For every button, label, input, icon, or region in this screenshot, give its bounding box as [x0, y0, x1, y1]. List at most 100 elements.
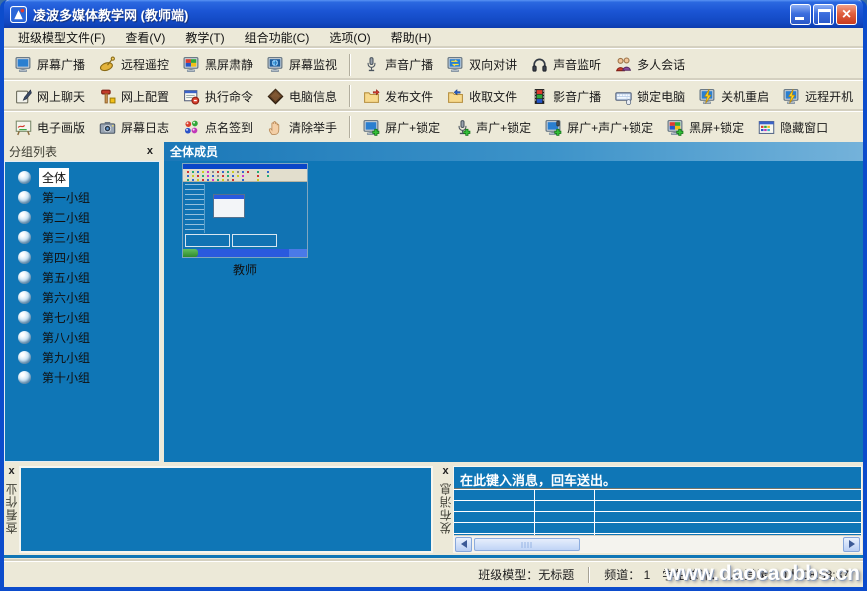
menu-item[interactable]: 帮助(H) — [381, 27, 442, 48]
minimize-button[interactable] — [790, 4, 811, 25]
screen-broadcast-button[interactable]: 屏幕广播 — [8, 54, 92, 75]
group-ball-icon — [18, 211, 31, 224]
group-list-item[interactable]: 第六小组 — [5, 287, 159, 307]
group-list-item[interactable]: 第二小组 — [5, 207, 159, 227]
remote-control-button[interactable]: 远程遥控 — [92, 54, 176, 75]
black-screen-quiet-button[interactable]: 黑屏肃静 — [176, 54, 260, 75]
app-window: 凌波多媒体教学网 (教师端) 班级模型文件(F)查看(V)教学(T)组合功能(C… — [0, 0, 867, 591]
toolbar-button-label: 关机重启 — [721, 88, 769, 105]
member-screen-thumbnail[interactable] — [182, 163, 308, 258]
message-panel-strip: x 发布消息 — [438, 465, 453, 555]
arrow-left-icon — [461, 540, 467, 548]
toolbar-button-label: 黑屏+锁定 — [689, 119, 744, 136]
media-broadcast-button[interactable]: 影音广播 — [524, 86, 608, 107]
voice-broadcast-button[interactable]: 声音广播 — [356, 54, 440, 75]
scroll-left-button[interactable] — [455, 537, 472, 552]
status-channel: 频道： 1 — [598, 566, 656, 583]
group-list-item[interactable]: 第十小组 — [5, 367, 159, 387]
mini-tray — [289, 249, 307, 257]
voice-monitor-button[interactable]: 声音监听 — [524, 54, 608, 75]
scroll-right-button[interactable] — [843, 537, 860, 552]
toolbar-button-label: 声音监听 — [553, 56, 601, 73]
group-ball-icon — [18, 371, 31, 384]
group-label: 第五小组 — [39, 268, 93, 287]
toolbar-button-label: 点名签到 — [205, 119, 253, 136]
message-panel-label: 发布消息 — [437, 482, 454, 534]
status-class-model: 班级模型：无标题 — [472, 566, 580, 583]
group-list-item[interactable]: 第一小组 — [5, 187, 159, 207]
mini-taskbar — [183, 249, 307, 257]
homework-list-box[interactable] — [19, 466, 433, 553]
grid-column-line — [534, 490, 535, 535]
online-chat-button[interactable]: 网上聊天 — [8, 86, 92, 107]
blackscreen-lock-button[interactable]: 黑屏+锁定 — [660, 117, 751, 138]
menu-item[interactable]: 班级模型文件(F) — [8, 27, 115, 48]
screen-monitor-button[interactable]: 屏幕监视 — [260, 54, 344, 75]
pc-bolt-icon — [783, 88, 800, 105]
group-list-item[interactable]: 第九小组 — [5, 347, 159, 367]
menu-item[interactable]: 教学(T) — [175, 27, 234, 48]
e-whiteboard-button[interactable]: 电子画版 — [8, 117, 92, 138]
screen-voice-lock-button[interactable]: 屏广+声广+锁定 — [538, 117, 660, 138]
window-controls — [790, 4, 857, 25]
horizontal-scrollbar[interactable] — [454, 535, 861, 552]
hide-window-button[interactable]: 隐藏窗口 — [751, 117, 835, 138]
client-area: 分组列表 x 全体第一小组第二小组第三小组第四小组第五小组第六小组第七小组第八小… — [4, 142, 863, 561]
toolbar-button-label: 声广+锁定 — [476, 119, 531, 136]
toolbar-row-1: 屏幕广播远程遥控黑屏肃静屏幕监视声音广播双向对讲 声音监听多人会话 — [4, 48, 863, 80]
camera-icon — [99, 119, 116, 136]
group-list-item[interactable]: 第四小组 — [5, 247, 159, 267]
message-close-icon[interactable]: x — [440, 466, 450, 477]
shutdown-restart-button[interactable]: 关机重启 — [692, 86, 776, 107]
toolbar-button-label: 影音广播 — [553, 88, 601, 105]
maximize-button[interactable] — [813, 4, 834, 25]
collect-files-button[interactable]: 收取文件 — [440, 86, 524, 107]
roll-call-button[interactable]: 点名签到 — [176, 117, 260, 138]
mini-toolbar-icons — [187, 171, 189, 173]
group-list-close-icon[interactable]: x — [145, 146, 155, 157]
execute-command-button[interactable]: 执行命令 — [176, 86, 260, 107]
toolbar-button-label: 清除举手 — [289, 119, 337, 136]
menu-item[interactable]: 选项(O) — [319, 27, 380, 48]
send-files-button[interactable]: 发布文件 — [356, 86, 440, 107]
group-list-item[interactable]: 第五小组 — [5, 267, 159, 287]
menu-item[interactable]: 查看(V) — [115, 27, 175, 48]
multi-user-chat-button[interactable]: 多人会话 — [608, 54, 692, 75]
mini-floating-window-titlebar — [214, 195, 244, 199]
screencast-lock-button[interactable]: 屏广+锁定 — [356, 117, 447, 138]
homework-close-icon[interactable]: x — [6, 466, 16, 477]
menu-item[interactable]: 组合功能(C) — [235, 27, 320, 48]
toolbar-button-label: 发布文件 — [385, 88, 433, 105]
message-input[interactable]: 在此键入消息，回车送出。 — [454, 467, 861, 488]
group-ball-icon — [18, 231, 31, 244]
group-ball-icon — [18, 351, 31, 364]
group-label: 第六小组 — [39, 288, 93, 307]
title-bar: 凌波多媒体教学网 (教师端) — [4, 0, 863, 28]
clear-hands-button[interactable]: 清除举手 — [260, 117, 344, 138]
online-config-button[interactable]: 网上配置 — [92, 86, 176, 107]
toolbar-button-label: 屏幕日志 — [121, 119, 169, 136]
screen-log-button[interactable]: 屏幕日志 — [92, 117, 176, 138]
remote-poweron-button[interactable]: 远程开机 — [776, 86, 860, 107]
message-grid[interactable] — [454, 490, 861, 535]
scrollbar-thumb[interactable] — [474, 538, 580, 551]
toolbar-separator — [349, 85, 351, 107]
group-list-item[interactable]: 第八小组 — [5, 327, 159, 347]
group-ball-icon — [18, 171, 31, 184]
group-list-item[interactable]: 第七小组 — [5, 307, 159, 327]
message-content: 在此键入消息，回车送出。 — [453, 466, 862, 553]
computer-info-button[interactable]: 电脑信息 — [260, 86, 344, 107]
group-list-item[interactable]: 全体 — [5, 167, 159, 187]
member-item[interactable]: 教师 — [182, 163, 308, 278]
group-label: 第二小组 — [39, 208, 93, 227]
bottom-dock-row: x 查看作业 x 发布消息 在此键入消息，回车送出。 — [4, 465, 863, 558]
voice-lock-button[interactable]: 声广+锁定 — [447, 117, 538, 138]
lock-computer-button[interactable]: 锁定电脑 — [608, 86, 692, 107]
group-ball-icon — [18, 291, 31, 304]
group-list-item[interactable]: 第三小组 — [5, 227, 159, 247]
microphone-icon — [363, 56, 380, 73]
toolbar-button-label: 电子画版 — [37, 119, 85, 136]
two-way-intercom-button[interactable]: 双向对讲 — [440, 54, 524, 75]
close-button[interactable] — [836, 4, 857, 25]
homework-panel-strip: x 查看作业 — [4, 465, 19, 555]
